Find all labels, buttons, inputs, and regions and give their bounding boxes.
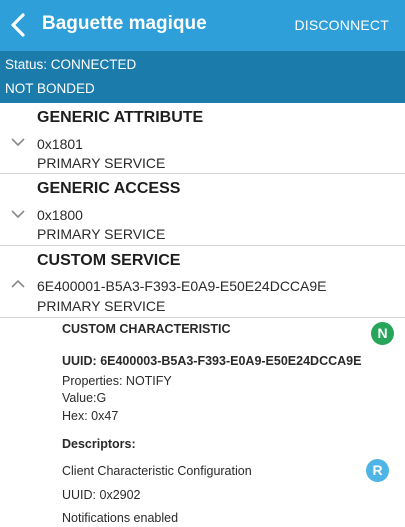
connection-status: Status: CONNECTED [5, 57, 137, 72]
disconnect-button[interactable]: DISCONNECT [294, 17, 389, 33]
page-title: Baguette magique [42, 13, 207, 34]
descriptor-name: Client Characteristic Configuration [62, 464, 252, 478]
descriptors-heading: Descriptors: [62, 437, 136, 451]
descriptor-state: Notifications enabled [62, 511, 179, 525]
back-arrow-icon[interactable] [6, 11, 32, 39]
characteristic-properties: Properties: NOTIFY [62, 374, 172, 388]
service-name: CUSTOM SERVICE [37, 252, 181, 269]
characteristic-name: CUSTOM CHARACTERISTIC [62, 322, 231, 336]
service-type: PRIMARY SERVICE [37, 298, 166, 314]
service-type: PRIMARY SERVICE [37, 155, 166, 171]
characteristic-value: Value:G [62, 391, 107, 405]
service-type: PRIMARY SERVICE [37, 226, 166, 242]
service-uuid: 6E400001-B5A3-F393-E0A9-E50E24DCCA9E [37, 278, 327, 294]
chevron-up-icon[interactable] [10, 279, 26, 289]
characteristic-hex: Hex: 0x47 [62, 409, 119, 423]
status-bar: Status: CONNECTED NOT BONDED [0, 51, 405, 103]
characteristic-uuid: UUID: 6E400003-B5A3-F393-E0A9-E50E24DCCA… [62, 354, 362, 368]
service-item-custom-service[interactable]: CUSTOM SERVICE 6E400001-B5A3-F393-E0A9-E… [0, 247, 405, 318]
service-item-generic-access[interactable]: GENERIC ACCESS 0x1800 PRIMARY SERVICE [0, 175, 405, 246]
app-bar: Baguette magique DISCONNECT [0, 0, 405, 51]
service-item-generic-attribute[interactable]: GENERIC ATTRIBUTE 0x1801 PRIMARY SERVICE [0, 103, 405, 174]
notify-badge[interactable]: N [371, 322, 394, 345]
service-name: GENERIC ACCESS [37, 180, 181, 197]
descriptor-uuid: UUID: 0x2902 [62, 488, 141, 502]
service-uuid: 0x1800 [37, 207, 83, 223]
read-badge[interactable]: R [366, 459, 389, 482]
bond-status: NOT BONDED [5, 81, 95, 96]
service-uuid: 0x1801 [37, 136, 83, 152]
chevron-down-icon[interactable] [10, 137, 26, 147]
chevron-down-icon[interactable] [10, 209, 26, 219]
service-name: GENERIC ATTRIBUTE [37, 109, 204, 126]
